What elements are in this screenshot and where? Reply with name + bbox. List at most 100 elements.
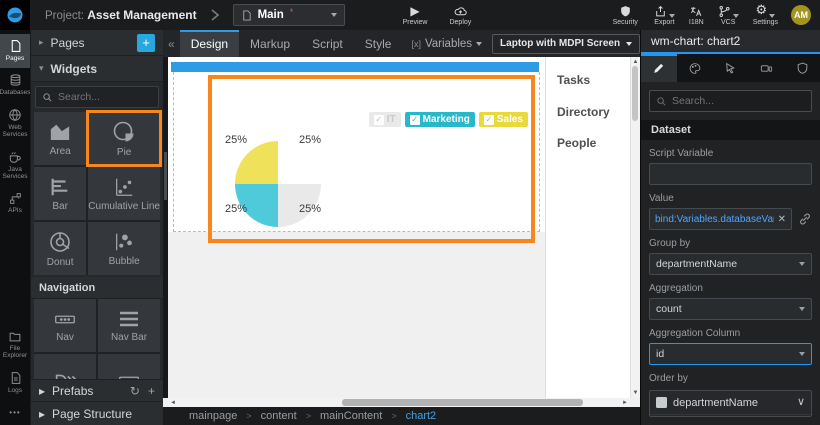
wavemaker-logo[interactable] bbox=[0, 0, 30, 30]
breadcrumb-separator: > bbox=[306, 411, 311, 421]
widget-area[interactable]: Area bbox=[34, 112, 86, 165]
security-button[interactable]: Security bbox=[613, 4, 638, 26]
settings-button[interactable]: ⚙ Settings bbox=[753, 4, 778, 26]
horizontal-scroll-thumb[interactable] bbox=[342, 399, 583, 406]
group-by-select[interactable]: departmentName bbox=[649, 253, 812, 275]
value-input[interactable]: bind:Variables.databaseVariable1.dataS ✕ bbox=[649, 208, 792, 230]
widget-search-box[interactable] bbox=[35, 86, 159, 108]
widget-select[interactable] bbox=[98, 354, 160, 379]
widget-nav[interactable]: Nav bbox=[34, 299, 96, 352]
scroll-right-icon[interactable]: ► bbox=[622, 400, 628, 406]
deploy-button[interactable]: Deploy bbox=[449, 4, 471, 26]
donut-chart-icon bbox=[48, 230, 72, 254]
bind-link-icon[interactable] bbox=[798, 212, 812, 226]
tab-design[interactable]: Design bbox=[180, 30, 239, 57]
breadcrumb-item[interactable]: content bbox=[261, 410, 297, 422]
tab-markup[interactable]: Markup bbox=[239, 30, 301, 57]
properties-search-box[interactable] bbox=[649, 90, 812, 112]
page-link-tasks[interactable]: Tasks bbox=[557, 73, 590, 87]
play-icon: ▶ bbox=[410, 4, 419, 18]
widget-pie[interactable]: Pie bbox=[88, 112, 160, 165]
chevron-down-icon bbox=[799, 262, 805, 266]
page-structure-section-header[interactable]: ▸ Page Structure bbox=[31, 401, 163, 425]
chevron-down-icon bbox=[331, 13, 337, 17]
rail-item-databases[interactable]: Databases bbox=[0, 68, 30, 102]
vcs-button[interactable]: VCS bbox=[718, 4, 739, 26]
value-label: Value bbox=[649, 193, 812, 204]
order-by-listbox: departmentName ∨ id ∨ bbox=[649, 390, 812, 417]
widget-cumulative-line[interactable]: Cumulative Line bbox=[88, 167, 160, 220]
order-by-option[interactable]: departmentName ∨ bbox=[650, 391, 811, 415]
chevron-down-icon bbox=[799, 307, 805, 311]
widget-breadcrumb[interactable] bbox=[34, 354, 96, 379]
rail-item-web-services[interactable]: Web Services bbox=[0, 103, 30, 145]
user-avatar[interactable]: AM bbox=[791, 5, 811, 25]
scroll-down-icon[interactable]: ▼ bbox=[633, 390, 639, 396]
page-link-people[interactable]: People bbox=[557, 136, 596, 150]
breadcrumb-item[interactable]: mainpage bbox=[189, 410, 237, 422]
tab-properties[interactable] bbox=[641, 54, 677, 82]
breadcrumb-item[interactable]: mainContent bbox=[320, 410, 382, 422]
search-icon bbox=[656, 96, 667, 107]
coffee-icon bbox=[8, 150, 22, 164]
aggregation-select[interactable]: count bbox=[649, 298, 812, 320]
script-variable-input[interactable] bbox=[649, 163, 812, 185]
tab-events[interactable] bbox=[713, 54, 749, 82]
clear-binding-icon[interactable]: ✕ bbox=[778, 214, 786, 225]
device-selector[interactable]: Laptop with MDPI Screen bbox=[492, 34, 640, 54]
widget-bar[interactable]: Bar bbox=[34, 167, 86, 220]
rail-more-button[interactable]: ••• bbox=[9, 400, 20, 425]
rail-item-apis[interactable]: APIs bbox=[0, 187, 30, 220]
widget-search-input[interactable] bbox=[58, 91, 152, 103]
i18n-label: I18N bbox=[689, 19, 704, 26]
preview-button[interactable]: ▶ Preview bbox=[403, 4, 428, 26]
project-label: Project: bbox=[45, 10, 84, 22]
add-page-button[interactable]: + bbox=[137, 34, 155, 52]
folder-icon bbox=[8, 330, 22, 343]
vertical-scroll-thumb[interactable] bbox=[632, 66, 638, 121]
page-selector[interactable]: Main * bbox=[233, 4, 345, 26]
add-prefab-button[interactable]: + bbox=[148, 384, 155, 398]
tab-style[interactable]: Style bbox=[354, 30, 403, 57]
top-bar: Project: Asset Management Main * ▶ Previ… bbox=[0, 0, 820, 30]
widgets-section-header[interactable]: ▾ Widgets bbox=[31, 56, 163, 82]
widget-donut[interactable]: Donut bbox=[34, 222, 86, 275]
properties-search-input[interactable] bbox=[672, 95, 805, 107]
rail-item-java-services[interactable]: Java Services bbox=[0, 145, 30, 187]
bubble-chart-icon bbox=[112, 231, 136, 253]
order-by-option[interactable]: id ∨ bbox=[650, 415, 811, 417]
variables-button[interactable]: [x] Variables bbox=[411, 38, 482, 50]
i18n-button[interactable]: I18N bbox=[689, 4, 704, 26]
tab-security[interactable] bbox=[784, 54, 820, 82]
nav-widget-icon bbox=[52, 309, 78, 329]
chevron-down-icon[interactable]: ∨ bbox=[797, 397, 805, 408]
widget-bubble[interactable]: Bubble bbox=[88, 222, 160, 275]
scroll-up-icon[interactable]: ▲ bbox=[633, 59, 639, 65]
rail-item-file-explorer[interactable]: File Explorer bbox=[0, 325, 30, 366]
widget-nav-bar[interactable]: Nav Bar bbox=[98, 299, 160, 352]
pages-section-header[interactable]: ▸ Pages + bbox=[31, 30, 163, 56]
database-icon bbox=[9, 73, 22, 87]
chart-widget-highlight[interactable] bbox=[208, 75, 535, 243]
scroll-left-icon[interactable]: ◄ bbox=[170, 400, 176, 406]
rail-item-logs[interactable]: Logs bbox=[0, 366, 30, 400]
aggregation-column-select[interactable]: id bbox=[649, 343, 812, 365]
breadcrumb-item-current[interactable]: chart2 bbox=[406, 410, 437, 422]
unsaved-marker: * bbox=[290, 7, 294, 17]
tab-styles[interactable] bbox=[677, 54, 713, 82]
export-button[interactable]: Export bbox=[654, 4, 675, 26]
selected-widget-bar[interactable] bbox=[171, 62, 539, 72]
rail-item-pages[interactable]: Pages bbox=[0, 34, 30, 68]
page-link-directory[interactable]: Directory bbox=[557, 105, 610, 119]
properties-panel: wm-chart: chart2 Dataset Script Variable… bbox=[640, 30, 820, 425]
prefabs-section-header[interactable]: ▸ Prefabs ↻+ bbox=[31, 379, 163, 401]
checkbox-icon[interactable] bbox=[656, 397, 667, 408]
refresh-icon[interactable]: ↻ bbox=[130, 384, 140, 398]
gutter-scroll-thumb[interactable] bbox=[164, 152, 167, 200]
dataset-section-header: Dataset bbox=[641, 120, 820, 140]
group-by-label: Group by bbox=[649, 238, 812, 249]
tab-script[interactable]: Script bbox=[301, 30, 354, 57]
branch-icon bbox=[718, 5, 731, 18]
tab-device[interactable] bbox=[748, 54, 784, 82]
collapse-left-button[interactable]: « bbox=[163, 37, 180, 51]
